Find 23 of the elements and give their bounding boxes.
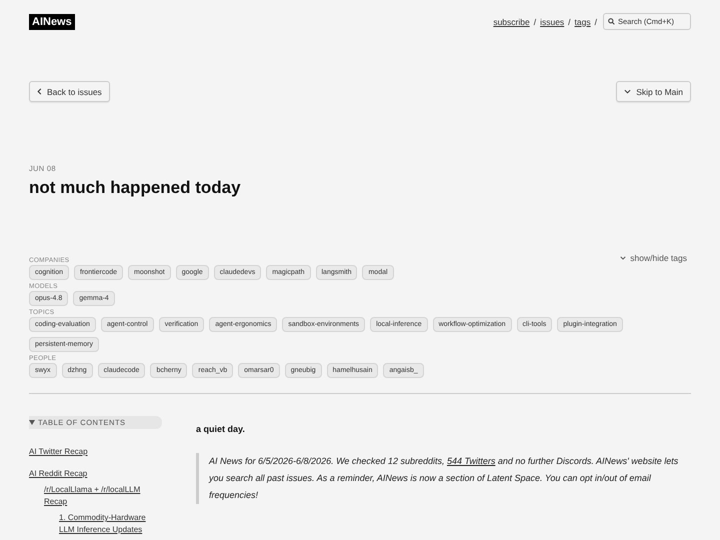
toc-link[interactable]: /r/LocalLlama + /r/localLLM Recap	[44, 484, 144, 508]
caret-icon	[29, 420, 35, 425]
separator: /	[568, 16, 571, 26]
nav-link[interactable]: tags	[574, 16, 591, 26]
chevron-down-icon	[624, 89, 632, 94]
issue-title: not much happened today	[29, 178, 242, 198]
toc-link[interactable]: AI Twitter Recap	[29, 447, 88, 456]
separator: /	[594, 16, 597, 26]
chevron-down-icon	[620, 256, 626, 260]
toc-link[interactable]: AI Reddit Recap	[29, 469, 88, 478]
separator: /	[534, 16, 536, 26]
site-logo[interactable]: AINews	[29, 14, 75, 30]
toc-link[interactable]: 1. Commodity-Hardware LLM Inference Updates	[59, 512, 159, 536]
chevron-left-icon	[37, 88, 42, 95]
back-button[interactable]: Back to issues	[29, 81, 110, 102]
twitters-link[interactable]: 544 Twitters	[446, 456, 496, 466]
toggle-tags-button[interactable]: show/hide tags	[620, 253, 687, 263]
intro-note: AI News for 6/5/2026-6/8/2026. We checked 12 subreddits, 544 Twitters and no further Discords. AINews' website lets you search all past issues. As a reminder, AINews is now a section of Latent Space. You can opt in/out of email frequencies!	[196, 453, 679, 504]
nav-link[interactable]: subscribe	[493, 16, 530, 26]
skip-button[interactable]: Skip to Main	[616, 81, 691, 102]
nav-link[interactable]: issues	[540, 16, 564, 26]
search-icon	[608, 18, 615, 25]
lead-text: a quiet day.	[196, 424, 246, 434]
